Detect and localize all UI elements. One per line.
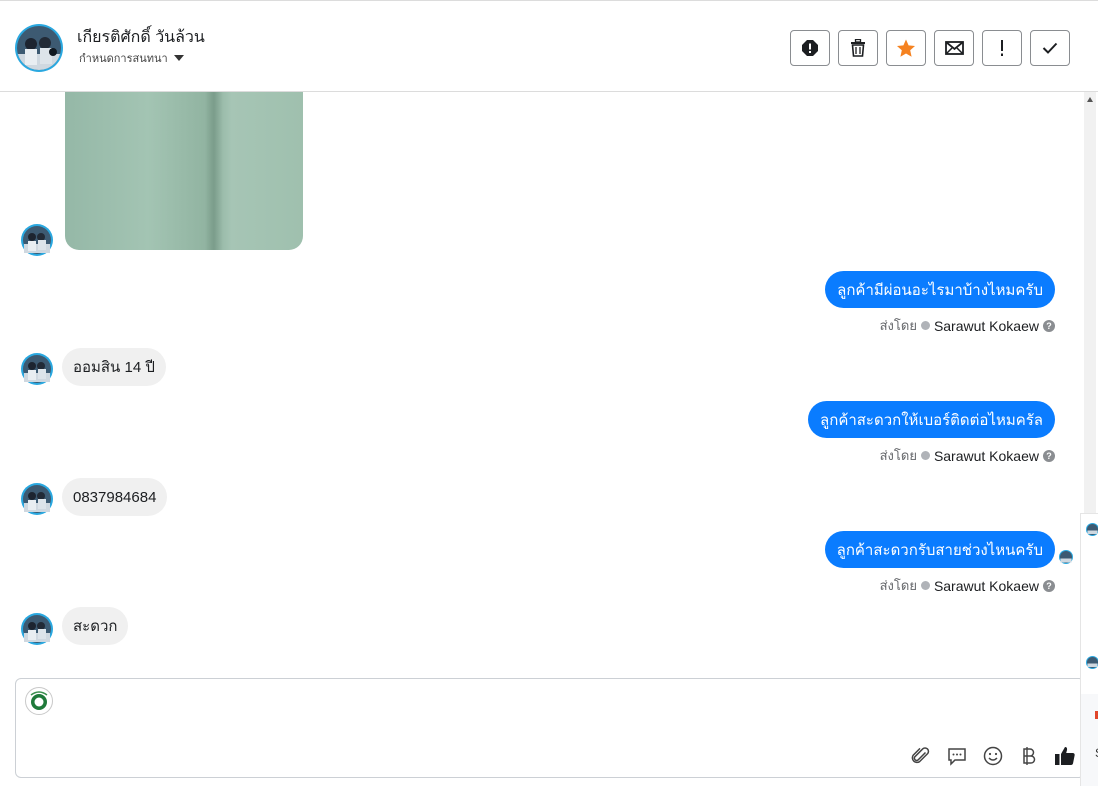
baht-icon [1023,747,1036,765]
message-list[interactable]: ลูกค้ามีผ่อนอะไรมาบ้างไหมครับ ส่งโดย Sar… [0,92,1085,674]
verified-icon [920,321,930,330]
delete-button[interactable] [838,30,878,66]
side-panel-peek[interactable]: S [1080,513,1098,786]
exclamation-icon [1001,40,1003,56]
help-icon[interactable]: ? [1043,319,1055,332]
mark-done-button[interactable] [1030,30,1070,66]
important-button[interactable] [982,30,1022,66]
outgoing-message-bubble[interactable]: ลูกค้าสะดวกรับสายช่วงไหนครับ [824,531,1055,568]
verified-icon [920,451,930,460]
sender-avatar [21,224,53,256]
incoming-message-bubble[interactable]: สะดวก [62,607,129,645]
thumbs-up-icon [1055,747,1075,765]
paperclip-icon [911,747,930,764]
scroll-up-arrow-icon[interactable] [1087,97,1093,102]
mini-avatar [1086,656,1098,669]
image-fold-shading [205,92,223,250]
message-input[interactable] [62,687,882,715]
read-receipt-avatar [1059,550,1073,564]
sender-avatar [21,613,53,645]
saved-replies-button[interactable] [946,745,968,767]
sent-by-label: ส่งโดย [879,318,917,333]
report-icon [802,40,818,56]
conversation-view: เกียรติศักดิ์ วันล้วน กำหนดการสนทนา ลูกค… [0,0,1098,786]
conversation-label-dropdown[interactable]: กำหนดการสนทนา [79,49,184,67]
star-icon [897,39,915,57]
incoming-image-message[interactable] [65,92,303,250]
emoji-button[interactable] [982,745,1004,767]
help-icon[interactable]: ? [1043,579,1055,592]
header-toolbar [790,30,1070,66]
composer-toolbar [910,745,1076,767]
message-composer [15,678,1085,778]
sent-by-line: ส่งโดย Sarawut Kokaew ? [880,575,1055,596]
agent-name: Sarawut Kokaew [933,317,1039,334]
agent-name: Sarawut Kokaew [933,577,1039,594]
sent-by-line: ส่งโดย Sarawut Kokaew ? [880,445,1055,466]
smiley-icon [983,746,1003,766]
trash-icon [851,39,865,57]
mail-icon [944,41,964,55]
agent-name: Sarawut Kokaew [933,447,1039,464]
sent-by-line: ส่งโดย Sarawut Kokaew ? [880,315,1055,336]
payment-button[interactable] [1018,745,1040,767]
sender-avatar [21,483,53,515]
sent-by-label: ส่งโดย [879,448,917,463]
page-avatar [25,687,53,715]
caret-down-icon [173,55,184,61]
outgoing-message-bubble[interactable]: ลูกค้าสะดวกให้เบอร์ติดต่อไหมครัล [808,401,1055,438]
sender-avatar [21,353,53,385]
incoming-message-bubble[interactable]: 0837984684 [62,478,168,516]
sent-by-label: ส่งโดย [879,578,917,593]
contact-name: เกียรติศักดิ์ วันล้วน [77,29,205,46]
help-icon[interactable]: ? [1043,449,1055,462]
star-button[interactable] [886,30,926,66]
conversation-header: เกียรติศักดิ์ วันล้วน กำหนดการสนทนา [0,0,1098,92]
mini-avatar [1086,523,1098,536]
report-button[interactable] [790,30,830,66]
mark-unread-button[interactable] [934,30,974,66]
speech-bubble-icon [948,748,966,766]
check-icon [1042,42,1058,54]
attach-button[interactable] [910,745,932,767]
label-selector-text: กำหนดการสนทนา [79,53,168,65]
send-like-button[interactable] [1054,745,1076,767]
incoming-message-bubble[interactable]: ออมสิน 14 ปี [62,348,166,386]
verified-icon [920,581,930,590]
side-panel-footer [1081,694,1098,786]
contact-avatar[interactable] [15,24,63,72]
outgoing-message-bubble[interactable]: ลูกค้ามีผ่อนอะไรมาบ้างไหมครับ [825,271,1055,308]
